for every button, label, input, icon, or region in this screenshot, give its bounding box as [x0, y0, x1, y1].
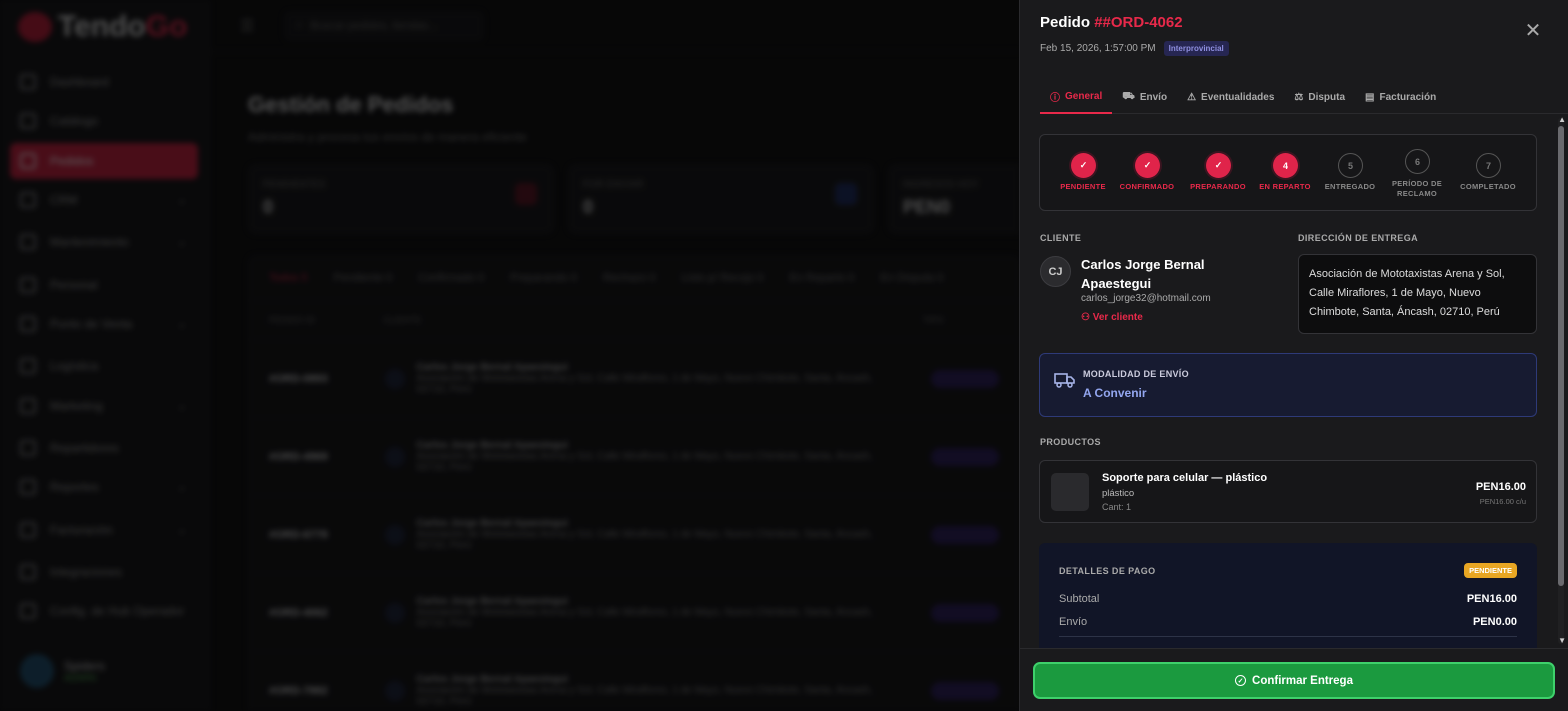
subtotal-row: Subtotal PEN16.00	[1059, 593, 1517, 605]
scrollbar[interactable]	[1558, 118, 1564, 644]
payment-title: DETALLES DE PAGO	[1059, 566, 1156, 576]
order-type-badge: Interprovincial	[1163, 41, 1229, 56]
shipping-cost-row: Envío PEN0.00	[1059, 616, 1517, 628]
scroll-down-icon[interactable]: ▼	[1558, 636, 1566, 645]
product-variant: plástico	[1102, 488, 1135, 499]
step-label: PERÍODO DE RECLAMO	[1391, 179, 1443, 198]
view-client-link[interactable]: ⚇ Ver cliente	[1081, 312, 1143, 323]
check-icon: ✓	[1206, 153, 1231, 178]
user-icon: ⚇	[1081, 312, 1090, 323]
tab-facturación[interactable]: ▤ Facturación	[1355, 80, 1446, 114]
tab-label: Facturación	[1379, 91, 1437, 103]
products-label: PRODUCTOS	[1040, 437, 1101, 447]
product-image	[1051, 473, 1089, 511]
tab-envío[interactable]: ⛟ Envío	[1112, 80, 1177, 114]
check-icon: ✓	[1135, 153, 1160, 178]
modal-overlay[interactable]	[0, 0, 1020, 711]
shipping-mode-label: MODALIDAD DE ENVÍO	[1083, 369, 1189, 379]
payment-details: DETALLES DE PAGO PENDIENTE Subtotal PEN16…	[1039, 543, 1537, 648]
scroll-up-icon[interactable]: ▲	[1558, 115, 1566, 124]
check-circle-icon: ✓	[1235, 675, 1247, 686]
step-number: 7	[1476, 153, 1501, 178]
panel-title: Pedido ##ORD-4062	[1040, 14, 1183, 31]
shipping-mode-card: MODALIDAD DE ENVÍO A Convenir	[1039, 353, 1537, 417]
tab-label: General	[1065, 90, 1103, 102]
product-name: Soporte para celular — plástico	[1102, 472, 1268, 484]
order-datetime: Feb 15, 2026, 1:57:00 PM	[1040, 43, 1156, 54]
tab-icon: ⚠	[1187, 91, 1197, 103]
scrollbar-thumb[interactable]	[1558, 126, 1564, 586]
panel-scroll-area[interactable]: ✓ PENDIENTE ✓ CONFIRMADO ✓ PREPARANDO 4 EN REPA…	[1020, 115, 1568, 648]
panel-tabs: ⓘ General ⛟ Envío ⚠ Eventualidades ⚖ Disputa ▤ Fa…	[1040, 80, 1568, 114]
product-price: PEN16.00	[1475, 481, 1526, 493]
step-number: 6	[1405, 149, 1430, 174]
tab-label: Envío	[1139, 91, 1168, 103]
step-number: 4	[1273, 153, 1298, 178]
shipping-mode-value: A Convenir	[1083, 386, 1147, 400]
divider	[1059, 636, 1517, 637]
client-email: carlos_jorge32@hotmail.com	[1081, 293, 1211, 304]
client-label: CLIENTE	[1040, 233, 1082, 243]
order-id: ##ORD-4062	[1094, 14, 1183, 31]
product-item: Soporte para celular — plástico plástico…	[1039, 460, 1537, 523]
product-qty: Cant: 1	[1102, 502, 1132, 512]
step-label: COMPLETADO	[1460, 182, 1516, 191]
step-label: CONFIRMADO	[1119, 182, 1175, 191]
tab-icon: ⛟	[1122, 90, 1135, 102]
payment-status-badge: PENDIENTE	[1464, 563, 1517, 578]
tab-icon: ⓘ	[1050, 92, 1060, 104]
address-label: DIRECCIÓN DE ENTREGA	[1298, 233, 1419, 243]
tab-icon: ⚖	[1294, 91, 1304, 103]
tab-icon: ▤	[1365, 91, 1375, 103]
tab-eventualidades[interactable]: ⚠ Eventualidades	[1177, 80, 1284, 114]
tab-label: Disputa	[1308, 91, 1346, 103]
check-icon: ✓	[1071, 153, 1096, 178]
client-name: Carlos Jorge Bernal Apaestegui	[1081, 257, 1205, 291]
tab-general[interactable]: ⓘ General	[1040, 80, 1113, 114]
step-number: 5	[1338, 153, 1363, 178]
tab-disputa[interactable]: ⚖ Disputa	[1284, 80, 1355, 114]
close-icon[interactable]: ✕	[1524, 21, 1542, 41]
panel-footer: ✓ Confirmar Entrega	[1020, 648, 1568, 711]
truck-icon	[1054, 373, 1075, 388]
confirm-delivery-button[interactable]: ✓ Confirmar Entrega	[1033, 662, 1555, 699]
tab-label: Eventualidades	[1201, 91, 1275, 103]
client-avatar: CJ	[1040, 256, 1071, 287]
order-detail-panel: Pedido ##ORD-4062 Feb 15, 2026, 1:57:00 …	[1019, 0, 1568, 711]
order-status-stepper: ✓ PENDIENTE ✓ CONFIRMADO ✓ PREPARANDO 4 EN REPA…	[1039, 134, 1537, 211]
delivery-address: Asociación de Mototaxistas Arena y Sol, …	[1298, 254, 1537, 334]
product-unit-price: PEN16.00 c/u	[1479, 497, 1526, 506]
